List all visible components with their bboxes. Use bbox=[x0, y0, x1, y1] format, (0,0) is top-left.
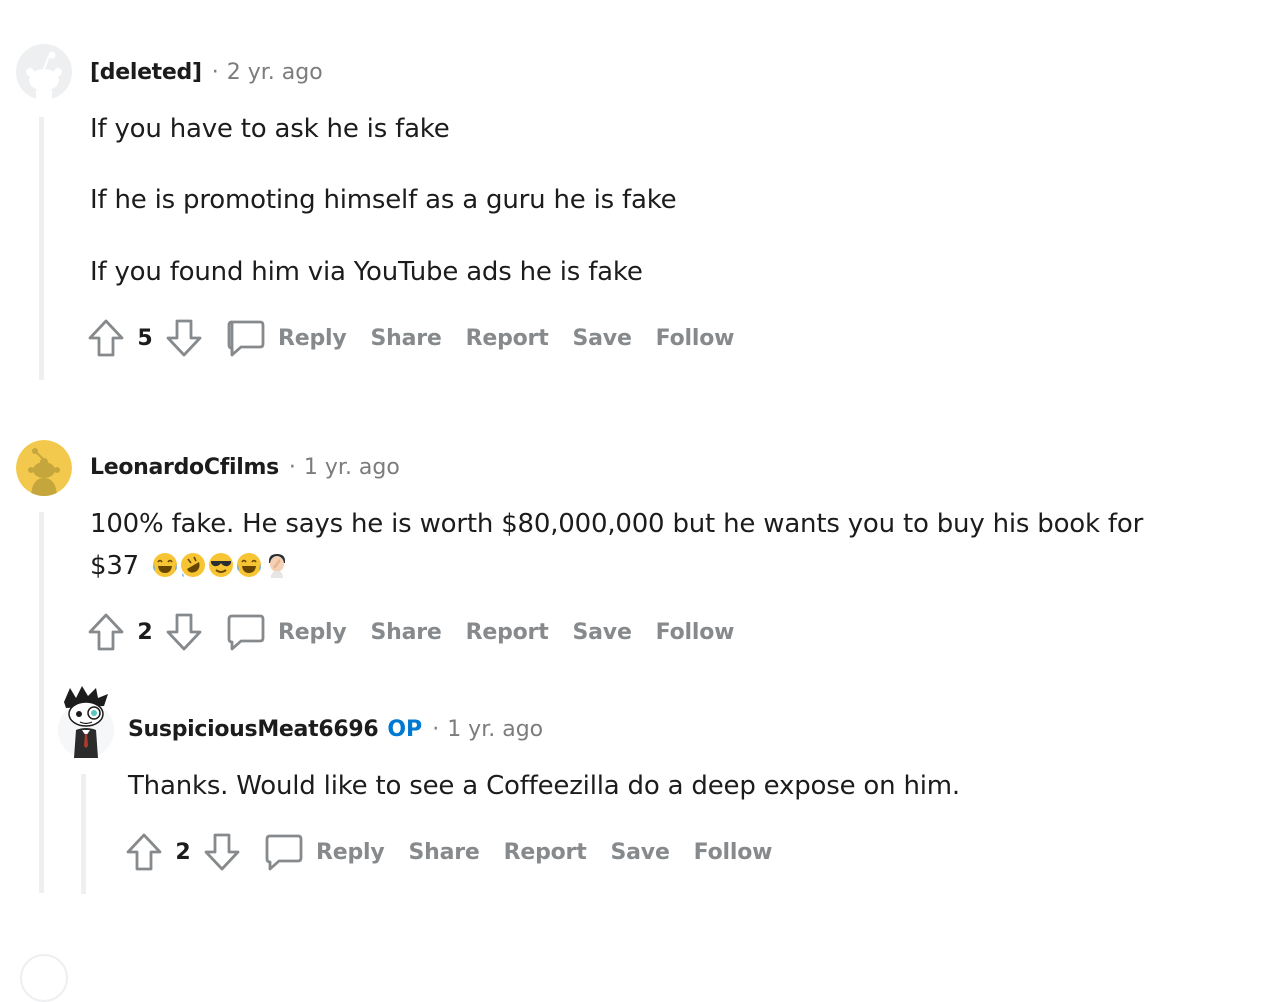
face-with-tears-of-joy-icon bbox=[153, 553, 178, 577]
rolling-on-floor-laughing-icon bbox=[181, 553, 206, 577]
reply-button[interactable]: Reply bbox=[278, 620, 347, 645]
comment-text: $37 bbox=[90, 551, 140, 581]
vote-score: 2 bbox=[175, 839, 191, 865]
share-button[interactable]: Share bbox=[409, 840, 480, 865]
comment-text: If you found him via YouTube ads he is f… bbox=[90, 257, 643, 287]
report-button[interactable]: Report bbox=[466, 326, 549, 351]
comment-meta: LeonardoCfilms · 1 yr. ago bbox=[90, 455, 400, 480]
comment-text-line-2: $37 bbox=[90, 545, 291, 587]
vote-score: 5 bbox=[137, 325, 153, 351]
avatar[interactable] bbox=[16, 44, 72, 100]
reply-button[interactable]: Reply bbox=[316, 840, 385, 865]
report-button[interactable]: Report bbox=[504, 840, 587, 865]
follow-button[interactable]: Follow bbox=[656, 326, 735, 351]
vote-score: 2 bbox=[137, 619, 153, 645]
upvote-icon[interactable] bbox=[86, 610, 126, 654]
comment-actions: 2 Reply Share Report Save Follow bbox=[124, 830, 772, 874]
timestamp[interactable]: 1 yr. ago bbox=[447, 717, 543, 742]
timestamp[interactable]: 2 yr. ago bbox=[227, 60, 323, 85]
separator-dot: · bbox=[288, 455, 296, 480]
op-badge: OP bbox=[387, 717, 423, 742]
username[interactable]: SuspiciousMeat6696 bbox=[128, 717, 379, 742]
upvote-icon[interactable] bbox=[124, 830, 164, 874]
face-with-tears-of-joy-icon bbox=[237, 553, 262, 577]
separator-dot: · bbox=[211, 60, 219, 85]
share-button[interactable]: Share bbox=[371, 620, 442, 645]
follow-button[interactable]: Follow bbox=[694, 840, 773, 865]
timestamp[interactable]: 1 yr. ago bbox=[304, 455, 400, 480]
username[interactable]: LeonardoCfilms bbox=[90, 455, 279, 480]
comment-actions: 2 Reply Share Report Save Follow bbox=[86, 610, 734, 654]
avatar[interactable] bbox=[58, 684, 114, 758]
comment-bubble-icon[interactable] bbox=[226, 610, 266, 654]
smiling-face-with-sunglasses-icon bbox=[209, 553, 234, 577]
share-button[interactable]: Share bbox=[371, 326, 442, 351]
username[interactable]: [deleted] bbox=[90, 60, 202, 85]
reply-button[interactable]: Reply bbox=[278, 326, 347, 351]
follow-button[interactable]: Follow bbox=[656, 620, 735, 645]
comment-actions: 5 Reply Share Report Save Follow bbox=[86, 316, 734, 360]
separator-dot: · bbox=[432, 717, 440, 742]
thread-line[interactable] bbox=[39, 117, 44, 380]
comment-text: If you have to ask he is fake bbox=[90, 114, 450, 144]
downvote-icon[interactable] bbox=[164, 610, 204, 654]
save-button[interactable]: Save bbox=[611, 840, 670, 865]
save-button[interactable]: Save bbox=[573, 326, 632, 351]
comment-bubble-icon[interactable] bbox=[264, 830, 304, 874]
avatar[interactable] bbox=[16, 440, 72, 496]
downvote-icon[interactable] bbox=[164, 316, 204, 360]
comment-text: If he is promoting himself as a guru he … bbox=[90, 185, 677, 215]
avatar[interactable] bbox=[20, 954, 68, 1002]
emoji-group bbox=[151, 551, 291, 581]
downvote-icon[interactable] bbox=[202, 830, 242, 874]
upvote-icon[interactable] bbox=[86, 316, 126, 360]
comment-bubble-icon[interactable] bbox=[226, 316, 266, 360]
report-button[interactable]: Report bbox=[466, 620, 549, 645]
comment-meta: [deleted] · 2 yr. ago bbox=[90, 60, 323, 85]
comment-meta: SuspiciousMeat6696 OP · 1 yr. ago bbox=[128, 717, 543, 742]
save-button[interactable]: Save bbox=[573, 620, 632, 645]
comment-text: Thanks. Would like to see a Coffeezilla … bbox=[128, 771, 960, 801]
thread-line[interactable] bbox=[81, 774, 86, 894]
comment-text: 100% fake. He says he is worth $80,000,0… bbox=[90, 509, 1144, 539]
thread-line[interactable] bbox=[39, 512, 44, 893]
man-facepalming-icon bbox=[269, 554, 286, 578]
